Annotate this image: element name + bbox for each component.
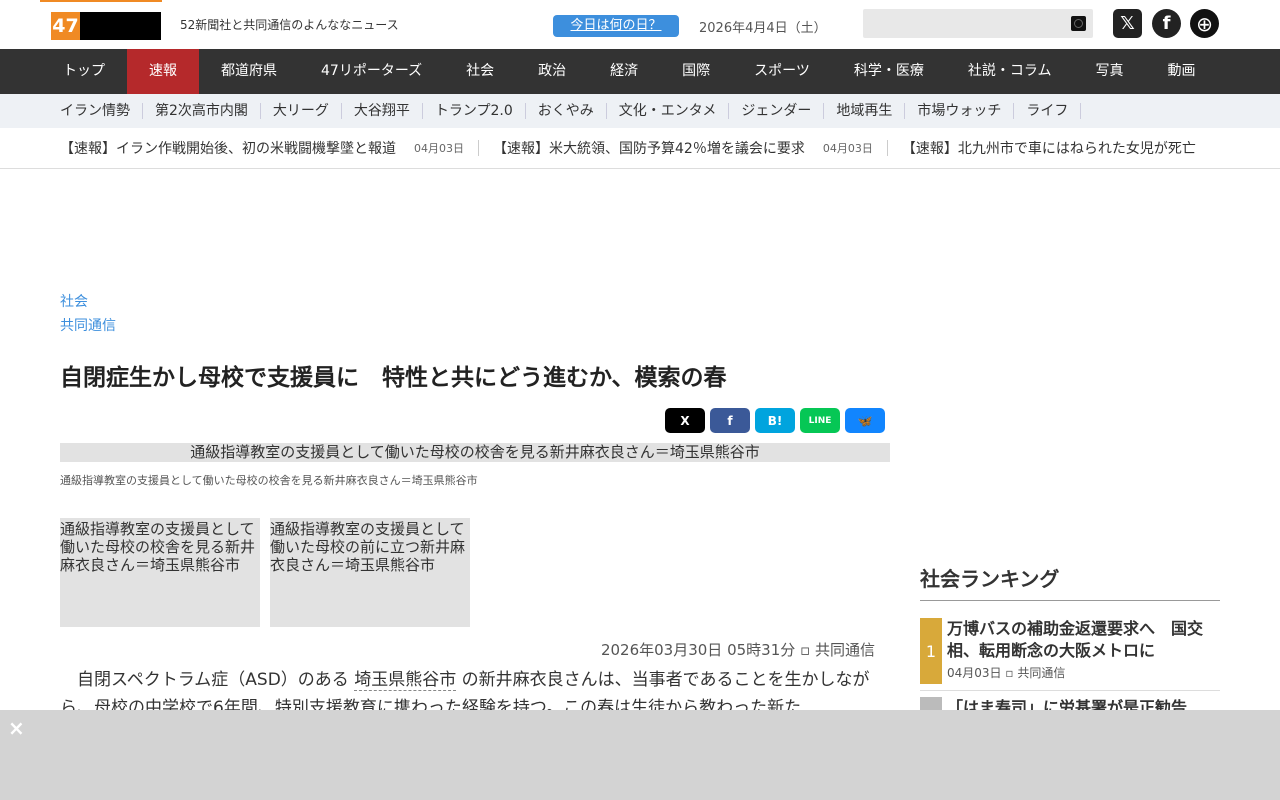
subnav-item[interactable]: 大リーグ [261,103,342,119]
article-category[interactable]: 社会 [60,290,890,314]
nav-item[interactable]: 都道府県 [199,49,299,94]
ticker-item[interactable]: 【速報】北九州市で車にはねられた女児が死亡 [902,138,1196,158]
image-caption: 通級指導教室の支援員として働いた母校の校舎を見る新井麻衣良さん＝埼玉県熊谷市 [60,474,478,487]
article-meta: 2026年03月30日 05時31分 ▫ 共同通信 [60,639,890,660]
subnav-item[interactable]: 地域再生 [824,103,906,119]
subnav-item[interactable]: 文化・エンタメ [607,103,730,119]
ticker-item[interactable]: 【速報】米大統領、国防予算42％増を議会に要求 [493,138,805,158]
thumbnail-list: 通級指導教室の支援員として働いた母校の校舎を見る新井麻衣良さん＝埼玉県熊谷市 通… [60,518,890,627]
x-icon[interactable]: 𝕏 [1113,9,1142,38]
current-date: 2026年4月4日（土） [699,21,827,36]
ranking-title: 社会ランキング [920,563,1220,601]
ticker-item[interactable]: 【速報】イラン作戦開始後、初の米戦闘機撃墜と報道 [60,138,396,158]
share-hatena-button[interactable]: B! [755,408,795,433]
search-input[interactable] [863,9,1093,38]
ranking-item[interactable]: 1 万博バスの補助金返還要求へ 国交相、転用断念の大阪メトロに 04月03日 ▫… [920,618,1220,691]
tagline: 52新聞社と共同通信のよんななニュース [180,18,399,32]
facebook-icon[interactable]: f [1152,9,1181,38]
site-logo[interactable]: 47 [51,12,161,40]
place-link[interactable]: 埼玉県熊谷市 [354,670,457,691]
article-title: 自閉症生かし母校で支援員に 特性と共にどう進むか、模索の春 [60,365,727,391]
share-line-button[interactable]: LINE [800,408,840,433]
byline: 共同通信 [814,641,875,659]
nav-item[interactable]: スポーツ [732,49,832,94]
today-button[interactable]: 今日は何の日？ [553,15,679,37]
share-bluesky-button[interactable]: 🦋 [845,408,885,433]
nav-item[interactable]: 社会 [444,49,516,94]
main-image[interactable]: 通級指導教室の支援員として働いた母校の校舎を見る新井麻衣良さん＝埼玉県熊谷市 [60,443,890,462]
nav-item[interactable]: 47リポーターズ [299,49,444,94]
ad-overlay: × [0,710,1280,800]
source-icon: ▫ [800,641,811,659]
subnav-item[interactable]: ジェンダー [729,103,825,119]
nav-item[interactable]: 政治 [516,49,588,94]
thumbnail[interactable]: 通級指導教室の支援員として働いた母校の前に立つ新井麻衣良さん＝埼玉県熊谷市 [270,518,470,627]
subnav-item[interactable]: 大谷翔平 [342,103,423,119]
thumbnail[interactable]: 通級指導教室の支援員として働いた母校の校舎を見る新井麻衣良さん＝埼玉県熊谷市 [60,518,260,627]
subnav-item[interactable]: おくやみ [526,103,607,119]
subnav-item[interactable]: 市場ウォッチ [905,103,1015,119]
article: 社会 共同通信 自閉症生かし母校で支援員に 特性と共にどう進むか、模索の春 X … [60,290,890,722]
body-text: 自閉スペクトラム症（ASD）のある [77,670,349,690]
subnav-item[interactable]: 第2次高市内閣 [143,103,261,119]
nav-item[interactable]: 科学・医療 [832,49,946,94]
ticker-date: 04月03日 [823,140,888,156]
subnav-item[interactable]: イラン情勢 [48,103,143,119]
publish-datetime: 2026年03月30日 05時31分 [600,641,796,659]
subnav-item[interactable]: トランプ2.0 [423,103,526,119]
nav-item[interactable]: 国際 [660,49,732,94]
main-nav: トップ 速報 都道府県 47リポーターズ 社会 政治 経済 国際 スポーツ 科学・医療 社説・コラム… [0,49,1280,94]
ranking-sidebar: 社会ランキング 1 万博バスの補助金返還要求へ 国交相、転用断念の大阪メトロに … [920,563,1220,726]
rank-number: 1 [920,618,942,684]
share-facebook-button[interactable]: f [710,408,750,433]
ticker-date: 04月03日 [414,140,479,156]
nav-item[interactable]: 写真 [1073,49,1145,94]
sub-nav: イラン情勢 第2次高市内閣 大リーグ 大谷翔平 トランプ2.0 おくやみ 文化・エンタメ ジェ… [0,94,1280,128]
site-header: 47 52新聞社と共同通信のよんななニュース 今日は何の日？ 2026年4月4日… [0,0,1280,49]
close-icon[interactable]: × [8,716,25,740]
globe-icon[interactable]: ⊕ [1190,9,1219,38]
nav-item[interactable]: 経済 [588,49,660,94]
nav-item[interactable]: トップ [41,49,127,94]
nav-item[interactable]: 社説・コラム [946,49,1074,94]
ranking-headline[interactable]: 万博バスの補助金返還要求へ 国交相、転用断念の大阪メトロに [947,618,1220,662]
ranking-date: 04月03日 [947,666,1002,680]
share-buttons: X f B! LINE 🦋 [60,408,885,433]
article-source[interactable]: 共同通信 [60,314,890,338]
share-x-button[interactable]: X [665,408,705,433]
breaking-ticker: 【速報】イラン作戦開始後、初の米戦闘機撃墜と報道 04月03日 【速報】米大統領、… [0,128,1280,169]
nav-item[interactable]: 速報 [127,49,199,94]
logo-number: 47 [51,12,80,40]
ranking-source: 共同通信 [1017,666,1066,680]
subnav-item[interactable]: ライフ [1014,103,1082,119]
nav-item[interactable]: 動画 [1145,49,1217,94]
search-icon[interactable] [1071,16,1086,31]
